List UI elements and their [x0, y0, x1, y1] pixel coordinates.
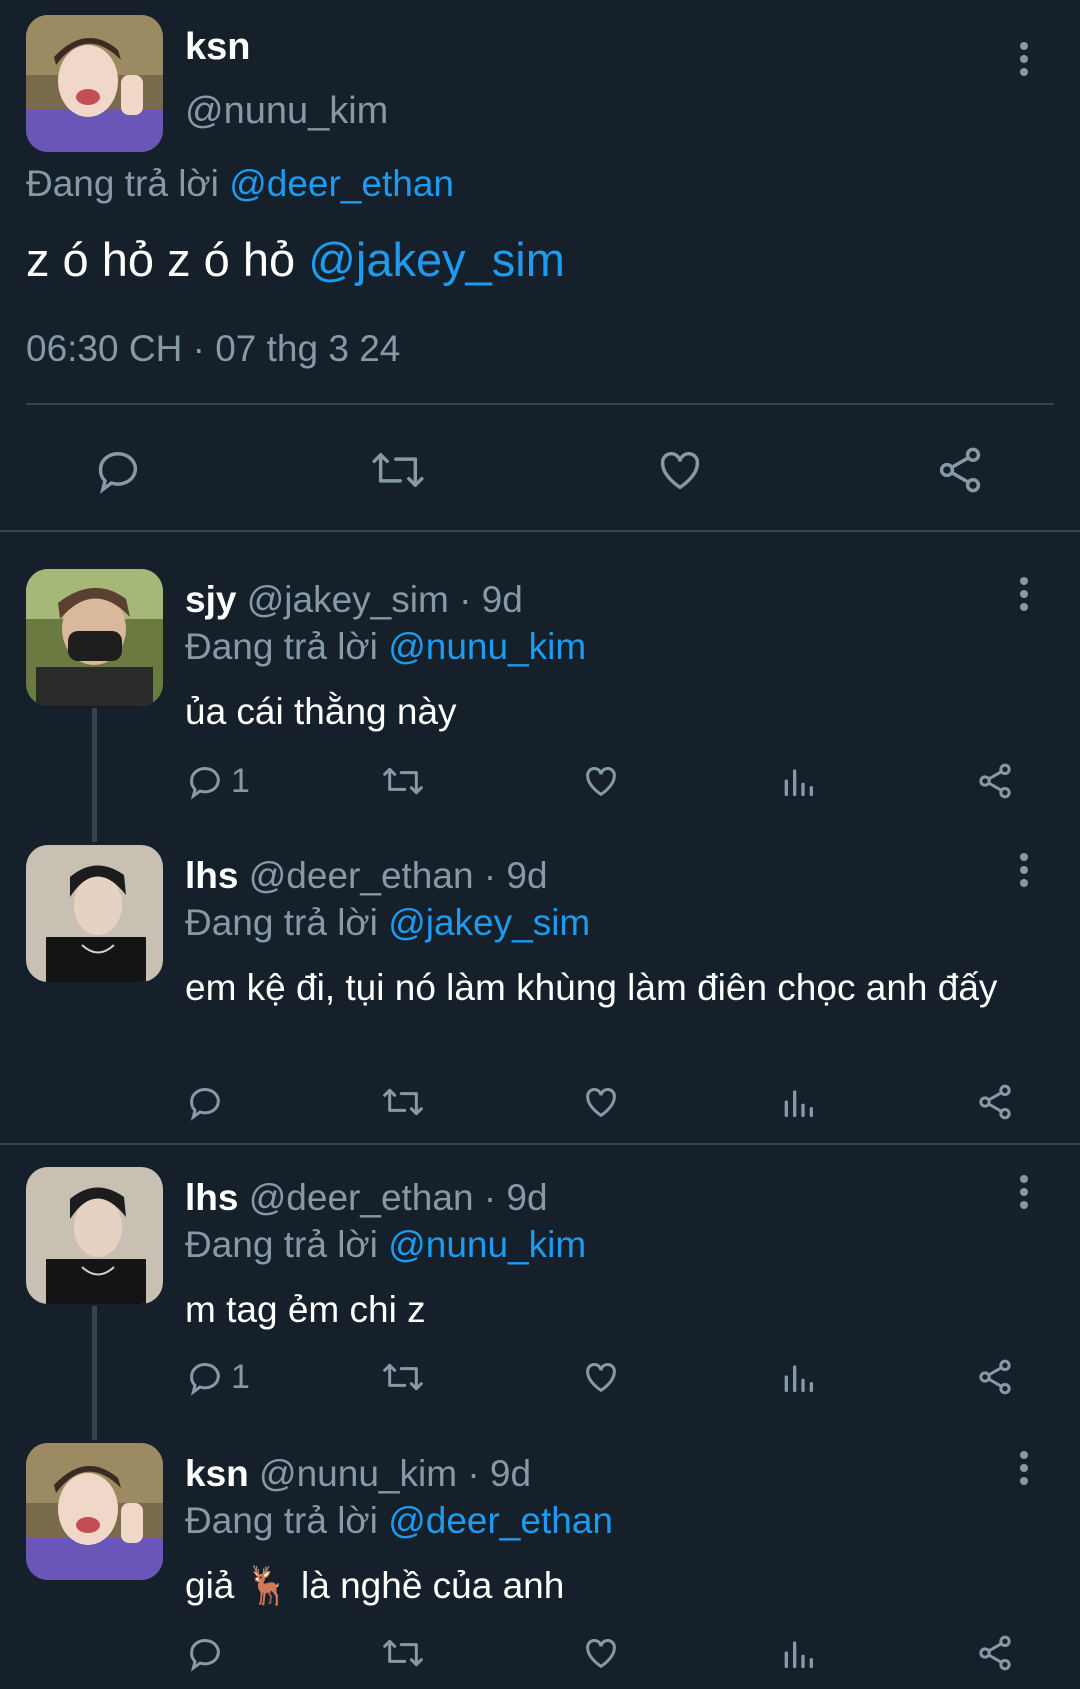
- reply-icon[interactable]: [185, 1080, 231, 1124]
- tweet-text: em kệ đi, tụi nó làm khùng làm điên chọc…: [185, 967, 998, 1008]
- author-name[interactable]: lhs: [185, 855, 238, 896]
- like-icon[interactable]: [650, 440, 710, 500]
- replying-to: Đang trả lời @jakey_sim: [185, 902, 590, 944]
- tweet-actions: 1: [0, 1355, 1080, 1399]
- tweet-actions: [0, 440, 1080, 500]
- replying-prefix: Đang trả lời: [26, 163, 219, 204]
- tweet-timestamp: 06:30 CH · 07 thg 3 24: [26, 328, 401, 369]
- author-name[interactable]: ksn: [185, 26, 250, 69]
- retweet-icon[interactable]: [368, 440, 428, 500]
- more-options-icon[interactable]: [1014, 577, 1034, 617]
- post-age: · 9d: [483, 1177, 548, 1218]
- replying-to: Đang trả lời @deer_ethan: [185, 1500, 613, 1542]
- post-age: · 9d: [483, 855, 548, 896]
- replying-to-mention[interactable]: @deer_ethan: [229, 163, 454, 204]
- reply-tweet[interactable]: ksn @nunu_kim · 9d Đang trả lời @deer_et…: [0, 1443, 1080, 1683]
- replying-to: Đang trả lời @deer_ethan: [26, 163, 454, 205]
- author-name[interactable]: ksn: [185, 1453, 249, 1494]
- avatar-lhs[interactable]: [26, 845, 163, 982]
- tweet-actions: [0, 1080, 1080, 1124]
- replying-to-mention[interactable]: @jakey_sim: [388, 902, 590, 943]
- reply-icon[interactable]: [88, 440, 148, 500]
- more-options-icon[interactable]: [1014, 853, 1034, 893]
- tweet-text: m tag ẻm chi z: [185, 1289, 426, 1330]
- reply-header: ksn @nunu_kim · 9d: [185, 1453, 531, 1495]
- author-handle[interactable]: @nunu_kim: [259, 1453, 457, 1494]
- tweet-actions: 1: [0, 759, 1080, 803]
- analytics-icon[interactable]: [778, 1080, 818, 1124]
- replying-to-mention[interactable]: @nunu_kim: [388, 626, 586, 667]
- reply-icon[interactable]: 1: [185, 759, 250, 803]
- reply-tweet[interactable]: sjy @jakey_sim · 9d Đang trả lời @nunu_k…: [0, 569, 1080, 809]
- share-icon[interactable]: [974, 1355, 1016, 1399]
- retweet-icon[interactable]: [380, 1080, 426, 1124]
- like-icon[interactable]: [580, 1080, 622, 1124]
- reply-count: 1: [231, 1357, 250, 1396]
- replying-to: Đang trả lời @nunu_kim: [185, 626, 586, 668]
- reply-icon[interactable]: [185, 1631, 231, 1675]
- author-handle[interactable]: @nunu_kim: [185, 90, 388, 133]
- replying-to-mention[interactable]: @deer_ethan: [388, 1500, 613, 1541]
- like-icon[interactable]: [580, 1355, 622, 1399]
- post-age: · 9d: [467, 1453, 532, 1494]
- tweet-text-body: z ó hỏ z ó hỏ: [26, 233, 296, 286]
- more-options-icon[interactable]: [1014, 1451, 1034, 1491]
- replying-prefix: Đang trả lời: [185, 1500, 378, 1541]
- reply-tweet[interactable]: lhs @deer_ethan · 9d Đang trả lời @nunu_…: [0, 1167, 1080, 1407]
- author-handle[interactable]: @deer_ethan: [249, 1177, 474, 1218]
- share-icon[interactable]: [974, 759, 1016, 803]
- share-icon[interactable]: [974, 1631, 1016, 1675]
- tweet-actions: [0, 1631, 1080, 1675]
- author-handle[interactable]: @deer_ethan: [249, 855, 474, 896]
- avatar-ksn[interactable]: [26, 15, 163, 152]
- replying-prefix: Đang trả lời: [185, 626, 378, 667]
- tweet-text: giả 🦌 là nghề của anh: [185, 1565, 565, 1606]
- like-icon[interactable]: [580, 1631, 622, 1675]
- author-name[interactable]: sjy: [185, 579, 236, 620]
- analytics-icon[interactable]: [778, 1631, 818, 1675]
- main-tweet: ksn @nunu_kim Đang trả lời @deer_ethan z…: [0, 0, 1080, 532]
- replying-to-mention[interactable]: @nunu_kim: [388, 1224, 586, 1265]
- reply-header: sjy @jakey_sim · 9d: [185, 579, 523, 621]
- analytics-icon[interactable]: [778, 759, 818, 803]
- share-icon[interactable]: [930, 440, 990, 500]
- reply-count: 1: [231, 761, 250, 800]
- like-icon[interactable]: [580, 759, 622, 803]
- replying-to: Đang trả lời @nunu_kim: [185, 1224, 586, 1266]
- tweet-text: z ó hỏ z ó hỏ @jakey_sim: [26, 232, 565, 287]
- replying-prefix: Đang trả lời: [185, 902, 378, 943]
- reply-tweet[interactable]: lhs @deer_ethan · 9d Đang trả lời @jakey…: [0, 845, 1080, 1125]
- author-handle[interactable]: @jakey_sim: [247, 579, 449, 620]
- reply-icon[interactable]: 1: [185, 1355, 250, 1399]
- tweet-text: ủa cái thằng này: [185, 691, 457, 732]
- author-name[interactable]: lhs: [185, 1177, 238, 1218]
- divider: [0, 530, 1080, 532]
- avatar-lhs[interactable]: [26, 1167, 163, 1304]
- retweet-icon[interactable]: [380, 759, 426, 803]
- divider: [0, 1143, 1080, 1145]
- retweet-icon[interactable]: [380, 1355, 426, 1399]
- retweet-icon[interactable]: [380, 1631, 426, 1675]
- reply-header: lhs @deer_ethan · 9d: [185, 855, 548, 897]
- more-options-icon[interactable]: [1014, 42, 1034, 82]
- analytics-icon[interactable]: [778, 1355, 818, 1399]
- tweet-mention[interactable]: @jakey_sim: [308, 233, 565, 286]
- replying-prefix: Đang trả lời: [185, 1224, 378, 1265]
- avatar-sjy[interactable]: [26, 569, 163, 706]
- divider: [26, 403, 1054, 405]
- post-age: · 9d: [459, 579, 523, 620]
- share-icon[interactable]: [974, 1080, 1016, 1124]
- avatar-ksn[interactable]: [26, 1443, 163, 1580]
- more-options-icon[interactable]: [1014, 1175, 1034, 1215]
- reply-header: lhs @deer_ethan · 9d: [185, 1177, 548, 1219]
